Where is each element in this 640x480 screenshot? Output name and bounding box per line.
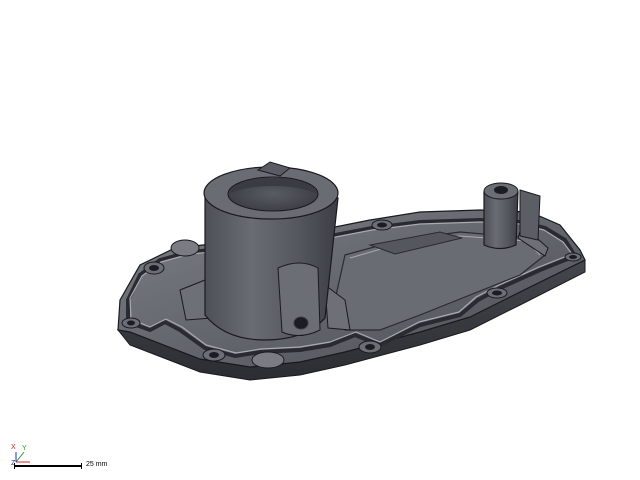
3d-viewport[interactable]: Y X Z 25 mm bbox=[0, 0, 640, 480]
post-hole bbox=[494, 186, 508, 194]
pin-hole bbox=[293, 316, 309, 330]
post-body bbox=[483, 191, 519, 250]
pad bbox=[251, 351, 285, 369]
scale-tick-right bbox=[81, 463, 82, 469]
post-lug bbox=[519, 189, 541, 241]
x-axis-label: X bbox=[11, 444, 16, 451]
scale-label: 25 mm bbox=[86, 461, 108, 468]
pad bbox=[170, 239, 200, 257]
y-axis-label: Y bbox=[22, 445, 27, 452]
scale-bar: 25 mm bbox=[14, 460, 114, 474]
scale-line bbox=[14, 465, 82, 467]
cast-housing-model[interactable] bbox=[0, 0, 640, 480]
